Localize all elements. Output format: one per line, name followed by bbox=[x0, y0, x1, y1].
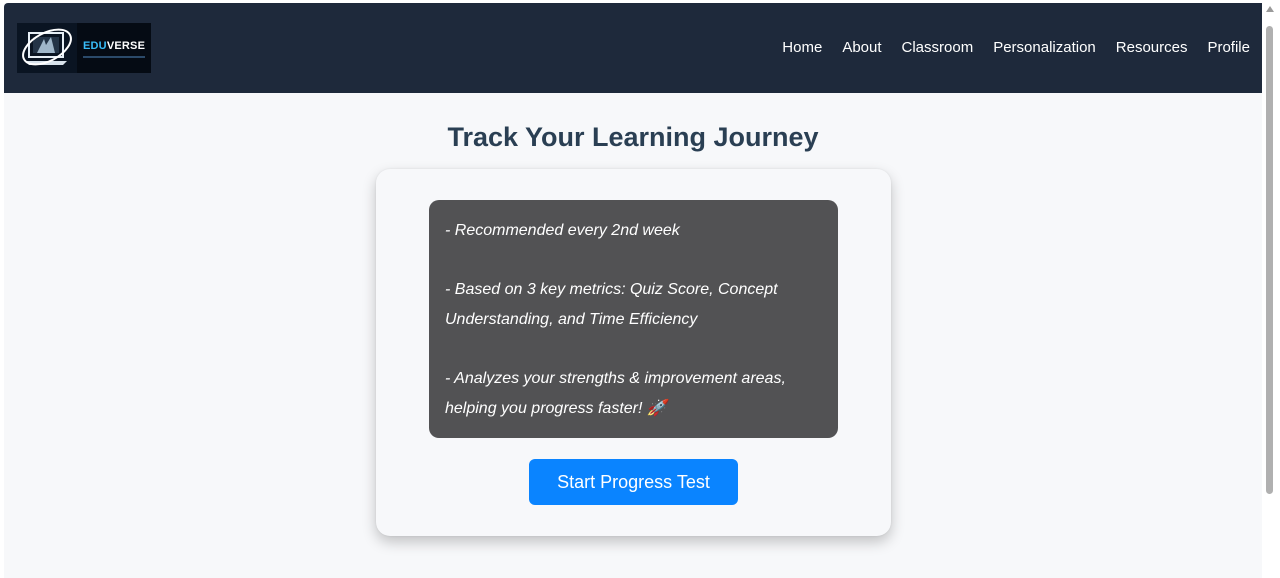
logo-wordmark: EDUVERSE bbox=[83, 40, 145, 52]
page-title: Track Your Learning Journey bbox=[447, 122, 819, 152]
page-scrollbar[interactable] bbox=[1262, 0, 1280, 578]
progress-test-card: - Recommended every 2nd week - Based on … bbox=[376, 169, 891, 536]
start-progress-test-button[interactable]: Start Progress Test bbox=[529, 459, 738, 505]
info-line-frequency: - Recommended every 2nd week bbox=[445, 222, 680, 239]
nav-home-link[interactable]: Home bbox=[782, 39, 822, 57]
nav-resources-link[interactable]: Resources bbox=[1116, 39, 1188, 57]
info-line-metrics: - Based on 3 key metrics: Quiz Score, Co… bbox=[445, 281, 778, 328]
test-info-box: - Recommended every 2nd week - Based on … bbox=[429, 200, 838, 438]
navbar: EDUVERSE Home About Classroom Personaliz… bbox=[4, 3, 1262, 93]
nav-about-link[interactable]: About bbox=[842, 39, 881, 57]
logo-tagline-mark bbox=[83, 56, 145, 58]
nav-profile-link[interactable]: Profile bbox=[1207, 39, 1250, 57]
logo-wordmark-verse: VERSE bbox=[106, 40, 146, 52]
page: EDUVERSE Home About Classroom Personaliz… bbox=[4, 3, 1262, 578]
scroll-up-arrow-icon[interactable] bbox=[1266, 6, 1274, 12]
main-nav: Home About Classroom Personalization Res… bbox=[782, 39, 1250, 57]
laptop-book-logo-icon bbox=[17, 23, 77, 73]
scrollbar-thumb[interactable] bbox=[1266, 26, 1273, 494]
nav-personalization-link[interactable]: Personalization bbox=[993, 39, 1096, 57]
nav-classroom-link[interactable]: Classroom bbox=[902, 39, 974, 57]
info-line-analysis: - Analyzes your strengths & improvement … bbox=[445, 370, 786, 417]
logo-wordmark-edu: EDU bbox=[83, 40, 107, 52]
eduverse-logo[interactable]: EDUVERSE bbox=[17, 23, 151, 73]
